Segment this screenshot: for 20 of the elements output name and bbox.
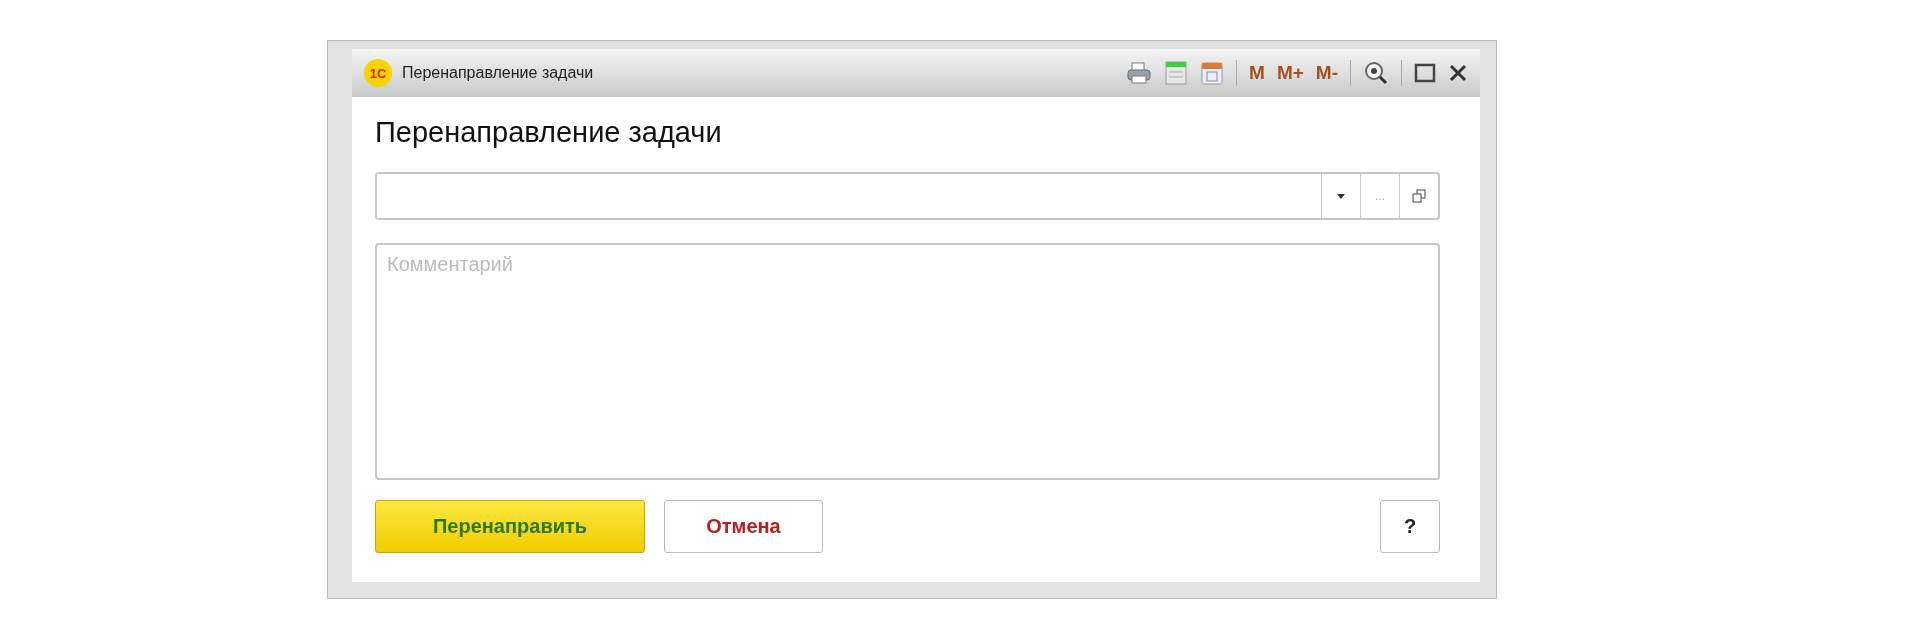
window-title: Перенаправление задачи (402, 64, 594, 82)
cancel-button[interactable]: Отмена (664, 500, 823, 553)
dropdown-icon (1337, 193, 1345, 199)
form-heading: Перенаправление задачи (375, 116, 723, 149)
memory-button[interactable]: M- (1315, 62, 1338, 84)
memory-button[interactable]: M (1249, 62, 1265, 84)
combo-box[interactable]: ... (375, 172, 1440, 220)
printer-icon[interactable] (1126, 61, 1153, 85)
close-icon[interactable] (1448, 63, 1468, 83)
copy-icon (1411, 188, 1427, 204)
select-button[interactable]: ... (1360, 174, 1399, 218)
logo-icon: 1С (364, 59, 392, 87)
calendar-icon[interactable] (1200, 60, 1225, 86)
help-button[interactable]: ? (1380, 500, 1440, 553)
zoom-icon[interactable] (1363, 60, 1389, 86)
comment-field[interactable]: Комментарий (375, 243, 1440, 480)
memory-button[interactable]: M+ (1276, 62, 1304, 84)
redirect-button[interactable]: Перенаправить (375, 500, 645, 553)
maximize-icon[interactable] (1414, 63, 1436, 83)
table-icon[interactable] (1164, 60, 1189, 86)
